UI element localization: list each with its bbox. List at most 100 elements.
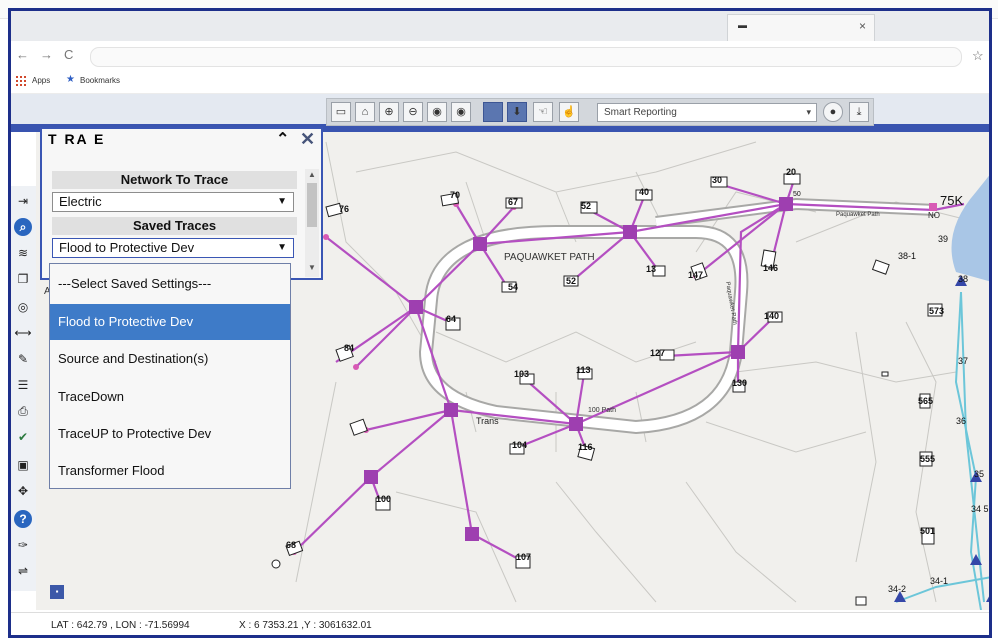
- settings-circle-icon[interactable]: ●: [823, 102, 843, 122]
- parcel-label: 20: [786, 167, 796, 177]
- pole-marker: [271, 559, 281, 569]
- dropdown-option[interactable]: Source and Destination(s): [50, 341, 290, 377]
- parcel-label: 52: [581, 201, 591, 211]
- crosshair-icon[interactable]: ✥: [14, 482, 32, 500]
- dropdown-option[interactable]: TraceUP to Protective Dev: [50, 416, 290, 452]
- parcel-label: 146: [763, 263, 778, 273]
- pan-hand-icon[interactable]: ☜: [533, 102, 553, 122]
- bookmarks-star-icon: ★: [66, 74, 75, 85]
- browser-tab[interactable]: ▬ ×: [727, 14, 875, 41]
- close-icon[interactable]: ✕: [300, 129, 315, 150]
- scrollbar-thumb[interactable]: [307, 183, 317, 227]
- saved-traces-select-value: Flood to Protective Dev: [59, 240, 195, 255]
- parcel-label: 555: [920, 454, 935, 464]
- download-map-icon[interactable]: ⬇: [507, 102, 527, 122]
- search-icon[interactable]: ⌕: [14, 218, 32, 236]
- parcel-label: 52: [566, 276, 576, 286]
- bookmarks-bar: [11, 69, 989, 94]
- reload-icon[interactable]: C: [64, 47, 73, 62]
- next-extent-icon[interactable]: ◉: [451, 102, 471, 122]
- image-icon[interactable]: ▣: [14, 456, 32, 474]
- parcel-label: 54: [508, 282, 518, 292]
- street-label-south: 100 Path: [588, 407, 616, 414]
- saved-traces-header: Saved Traces: [52, 217, 297, 235]
- network-select-value: Electric: [59, 194, 102, 209]
- parcel-label: 35: [974, 469, 984, 479]
- smart-reporting-label: Smart Reporting: [604, 107, 677, 118]
- parcel-label: 84: [344, 343, 354, 353]
- measure-icon[interactable]: ⟷: [14, 324, 32, 342]
- monitor-icon[interactable]: ▭: [331, 102, 351, 122]
- zoom-out-icon[interactable]: ⊖: [403, 102, 423, 122]
- parcel-label: 39: [938, 234, 948, 244]
- dropdown-option[interactable]: Transformer Flood: [50, 453, 290, 489]
- saved-traces-select[interactable]: Flood to Protective Dev ▼: [52, 238, 294, 258]
- trace-icon[interactable]: ✔: [14, 428, 32, 446]
- home-icon[interactable]: ⌂: [355, 102, 375, 122]
- bookmarks-link[interactable]: Bookmarks: [80, 76, 120, 85]
- parcel-label: 36: [956, 416, 966, 426]
- apps-grid-icon[interactable]: [16, 76, 26, 86]
- chevron-down-icon: ▾: [806, 107, 811, 117]
- parcel-label: 573: [929, 306, 944, 316]
- parcel-label: 70: [450, 190, 460, 200]
- pin-icon[interactable]: ✑: [14, 536, 32, 554]
- pencil-icon[interactable]: ✎: [14, 350, 32, 368]
- street-label-east: Paquawket Path: [836, 212, 880, 218]
- print-icon[interactable]: ⎙: [14, 402, 32, 420]
- copy-icon[interactable]: ❐: [14, 270, 32, 288]
- dropdown-option[interactable]: ---Select Saved Settings---: [50, 266, 290, 302]
- collapse-chevron-icon[interactable]: ⌃: [276, 129, 289, 149]
- parcel-label: 140: [764, 311, 779, 321]
- water-body: [951, 172, 992, 282]
- parcel-label: 30: [712, 175, 722, 185]
- street-label: PAQUAWKET PATH: [504, 252, 595, 263]
- back-arrow-icon[interactable]: ←: [16, 47, 29, 62]
- layers-icon[interactable]: ≋: [14, 244, 32, 262]
- left-toolbar: ⇥ ⌕ ≋ ❐ ◎ ⟷ ✎ ☰ ⎙ ✔ ▣ ✥ ? ✑ ⇌: [10, 186, 37, 591]
- parcel-label: 116: [578, 442, 593, 452]
- zoom-in-icon[interactable]: ⊕: [379, 102, 399, 122]
- parcel-label: 40: [639, 187, 649, 197]
- map-corner-button[interactable]: ▪: [50, 585, 64, 599]
- parcel-label: 38: [958, 274, 968, 284]
- smart-reporting-select[interactable]: Smart Reporting ▾: [597, 103, 817, 122]
- dropdown-option[interactable]: Flood to Protective Dev: [50, 304, 290, 340]
- parcel-label: 38-1: [898, 251, 916, 261]
- previous-extent-icon[interactable]: ◉: [427, 102, 447, 122]
- layer-blue-button[interactable]: [483, 102, 503, 122]
- parcel-label: 565: [918, 396, 933, 406]
- bookmark-star-icon[interactable]: ☆: [972, 48, 984, 64]
- parcel-label: 13: [646, 264, 656, 274]
- parcel-label: 103: [514, 369, 529, 379]
- parcel-label: 68: [286, 540, 296, 550]
- export-icon[interactable]: ⤓: [849, 102, 869, 122]
- help-icon[interactable]: ?: [14, 510, 32, 528]
- tab-title: ▬: [738, 20, 747, 30]
- forward-arrow-icon[interactable]: →: [40, 47, 53, 62]
- swap-icon[interactable]: ⇌: [14, 562, 32, 580]
- parcel-label: 34-2: [888, 584, 906, 594]
- status-bar: LAT : 642.79 , LON : -71.56994 X : 6 735…: [11, 612, 989, 639]
- parcel-label: 130: [732, 378, 747, 388]
- parcel-label: 100: [376, 494, 391, 504]
- chevron-down-icon: ▼: [277, 196, 287, 207]
- login-icon[interactable]: ⇥: [14, 192, 32, 210]
- target-icon[interactable]: ◎: [14, 298, 32, 316]
- scroll-down-icon[interactable]: ▼: [308, 263, 316, 272]
- feed-label: 75K: [940, 193, 963, 208]
- apps-link[interactable]: Apps: [32, 76, 50, 85]
- select-hand-icon[interactable]: ☝: [559, 102, 579, 122]
- panel-scrollbar[interactable]: ▲ ▼: [305, 169, 319, 277]
- scroll-up-icon[interactable]: ▲: [308, 170, 316, 179]
- tab-close-icon[interactable]: ×: [859, 19, 866, 33]
- parcel-label: 76: [339, 204, 349, 214]
- parcel-label: 127: [650, 348, 665, 358]
- dropdown-option[interactable]: TraceDown: [50, 379, 290, 415]
- lat-lon-readout: LAT : 642.79 , LON : -71.56994: [51, 620, 190, 631]
- no-label: NO: [928, 211, 940, 220]
- list-icon[interactable]: ☰: [14, 376, 32, 394]
- network-select[interactable]: Electric ▼: [52, 192, 294, 212]
- network-header: Network To Trace: [52, 171, 297, 189]
- url-input[interactable]: [90, 47, 962, 67]
